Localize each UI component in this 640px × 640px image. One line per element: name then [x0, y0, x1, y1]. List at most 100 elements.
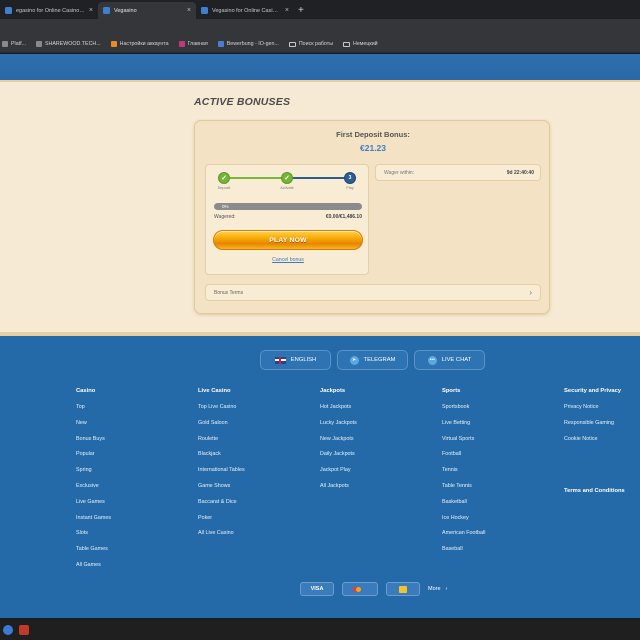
footer-terms-link[interactable]: Terms and Conditions	[564, 488, 625, 494]
bonus-terms-toggle[interactable]: Bonus Terms ›	[205, 284, 541, 301]
step-label: Play	[346, 186, 354, 190]
browser-tab-0[interactable]: egasino for Online Casino and ×	[0, 2, 98, 19]
bookmark-icon	[110, 41, 117, 47]
taskbar-app-icon[interactable]	[19, 625, 29, 635]
footer-link[interactable]: Virtual Sports	[442, 435, 485, 451]
footer-link[interactable]: All Live Casino	[198, 529, 245, 545]
footer-link[interactable]: Game Shows	[198, 482, 245, 498]
taskbar-app-icon[interactable]	[3, 625, 13, 635]
footer-link[interactable]: Live Betting	[442, 419, 485, 435]
footer-link[interactable]: International Tables	[198, 466, 245, 482]
footer-column-sports: Sports Sportsbook Live Betting Virtual Spor…	[442, 388, 485, 561]
folder-icon	[288, 41, 296, 47]
footer-link[interactable]: Bonus Buys	[76, 435, 111, 451]
bookmark-icon	[217, 41, 224, 47]
footer-link[interactable]: Cookie Notice	[564, 435, 625, 451]
telegram-button[interactable]: ➤ TELEGRAM	[337, 350, 408, 370]
footer-link[interactable]: Daily Jackpots	[320, 450, 357, 466]
more-payments-link[interactable]: More ›	[428, 586, 447, 592]
bonus-progress-panel: ✓ Deposit ✓ Activate 3 Play 0% Wagered: …	[205, 164, 369, 275]
step-play: 3 Play	[344, 172, 356, 190]
bookmark-0[interactable]: Platf...	[2, 41, 26, 47]
browser-tab-1[interactable]: Vegasino ×	[98, 2, 196, 19]
footer-link[interactable]: Poker	[198, 514, 245, 530]
wager-within-label: Wager within:	[384, 169, 415, 176]
cancel-bonus-link[interactable]: Cancel bonus	[206, 257, 370, 263]
footer-column-heading: Jackpots	[320, 388, 346, 394]
footer-link[interactable]: Basketball	[442, 498, 485, 514]
footer-column-heading: Sports	[442, 388, 461, 394]
footer-link[interactable]: Gold Saloon	[198, 419, 245, 435]
pill-label: TELEGRAM	[363, 357, 396, 363]
footer-link[interactable]: Exclusive	[76, 482, 111, 498]
footer-link[interactable]: Table Games	[76, 545, 111, 561]
bookmark-folder-5[interactable]: Поиск работы	[288, 41, 333, 47]
new-tab-button[interactable]: +	[294, 2, 308, 19]
footer-link[interactable]: Top	[76, 403, 111, 419]
footer-link[interactable]: All Games	[76, 561, 111, 577]
footer-link[interactable]: Slots	[76, 529, 111, 545]
bookmark-2[interactable]: Настройки аккаунта	[110, 41, 169, 47]
footer-link[interactable]: Sportsbook	[442, 403, 485, 419]
page-title: ACTIVE BONUSES	[194, 96, 291, 108]
footer-link[interactable]: Roulette	[198, 435, 245, 451]
vegasino-favicon-icon	[5, 7, 12, 14]
footer-link[interactable]: New	[76, 419, 111, 435]
check-icon: ✓	[281, 172, 293, 184]
footer-link[interactable]: Table Tennis	[442, 482, 485, 498]
language-button[interactable]: ENGLISH	[260, 350, 331, 370]
browser-tab-2[interactable]: Vegasino for Online Casino and ×	[196, 2, 294, 19]
footer-link[interactable]: Baseball	[442, 545, 485, 561]
footer-link[interactable]: Blackjack	[198, 450, 245, 466]
visa-logo: VISA	[300, 582, 334, 596]
footer-link[interactable]: Baccarat & Dice	[198, 498, 245, 514]
site-footer: ENGLISH ➤ TELEGRAM ••• LIVE CHAT Casino T…	[0, 336, 640, 618]
footer-link[interactable]: Privacy Notice	[564, 403, 625, 419]
telegram-icon: ➤	[349, 355, 359, 365]
footer-link[interactable]: Responsible Gaming	[564, 419, 625, 435]
bookmark-4[interactable]: Bewerbung - IO-gen...	[217, 41, 279, 47]
footer-link[interactable]: Top Live Casino	[198, 403, 245, 419]
footer-link[interactable]: New Jackpots	[320, 435, 357, 451]
bookmark-label: SHAREWOOD.TECH...	[45, 41, 101, 47]
footer-link[interactable]: Live Games	[76, 498, 111, 514]
wagered-row: Wagered: €0.00/€1,486.10	[214, 214, 362, 220]
footer-link[interactable]: Lucky Jackpots	[320, 419, 357, 435]
footer-link[interactable]: Jackpot Play	[320, 466, 357, 482]
step-connector	[226, 177, 286, 179]
bookmark-folder-6[interactable]: Немецкий	[343, 41, 378, 47]
live-chat-button[interactable]: ••• LIVE CHAT	[414, 350, 485, 370]
footer-link[interactable]: Football	[442, 450, 485, 466]
progress-percent: 0%	[222, 204, 229, 209]
bookmark-label: Bewerbung - IO-gen...	[226, 41, 279, 47]
footer-link[interactable]: Hot Jackpots	[320, 403, 357, 419]
bookmark-label: Немецкий	[353, 41, 378, 47]
check-icon: ✓	[218, 172, 230, 184]
close-tab-icon[interactable]: ×	[187, 7, 191, 14]
footer-link[interactable]: American Football	[442, 529, 485, 545]
footer-link[interactable]: Tennis	[442, 466, 485, 482]
bookmark-1[interactable]: SHAREWOOD.TECH...	[36, 41, 101, 47]
tab-title: Vegasino for Online Casino and	[212, 7, 281, 14]
close-tab-icon[interactable]: ×	[285, 7, 289, 14]
address-bar[interactable]	[0, 19, 640, 36]
bookmark-icon	[178, 41, 185, 47]
footer-link[interactable]: Instant Games	[76, 514, 111, 530]
footer-link[interactable]: Spring	[76, 466, 111, 482]
os-taskbar	[0, 620, 640, 640]
bookmark-3[interactable]: Главная	[178, 41, 208, 47]
footer-link[interactable]: Popular	[76, 450, 111, 466]
close-tab-icon[interactable]: ×	[89, 7, 93, 14]
footer-link[interactable]: Ice Hockey	[442, 514, 485, 530]
footer-column-casino: Casino Top New Bonus Buys Popular Spring Exclu…	[76, 388, 111, 577]
bonus-title: First Deposit Bonus:	[336, 130, 410, 139]
bonus-steps: ✓ Deposit ✓ Activate 3 Play	[216, 172, 356, 194]
step-activate: ✓ Activate	[280, 172, 294, 190]
footer-link[interactable]: All Jackpots	[320, 482, 357, 498]
tab-title: Vegasino	[114, 7, 137, 14]
footer-column-live-casino: Live Casino Top Live Casino Gold Saloon Rou…	[198, 388, 245, 545]
play-now-button[interactable]: PLAY NOW	[213, 230, 363, 250]
chevron-right-icon: ›	[529, 288, 532, 297]
step-label: Activate	[280, 186, 294, 190]
bonus-amount: €21.23	[360, 143, 386, 153]
